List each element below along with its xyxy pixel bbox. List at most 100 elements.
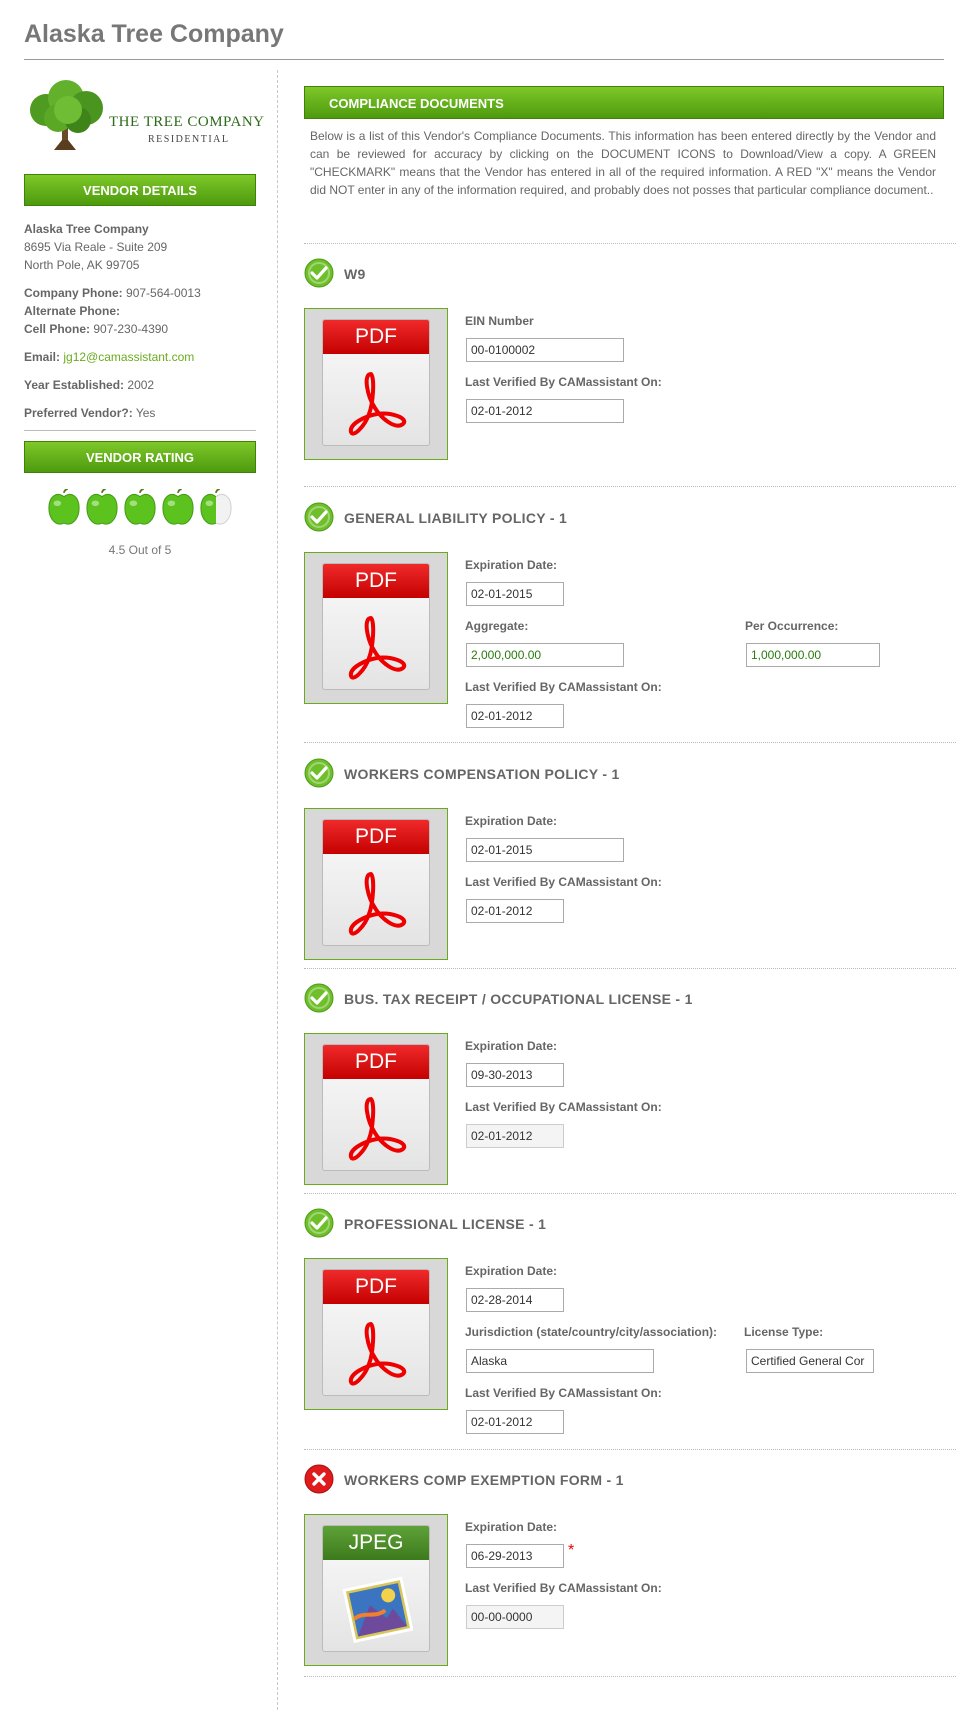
- pdf-document-icon[interactable]: PDF: [304, 308, 448, 460]
- title-divider: [24, 59, 944, 60]
- verified-label: Last Verified By CAMassistant On:: [465, 1581, 662, 1595]
- pdf-document-icon[interactable]: PDF: [304, 808, 448, 960]
- compliance-intro-text: Below is a list of this Vendor's Complia…: [310, 129, 936, 197]
- apple-rating-icon: [124, 489, 156, 525]
- column-divider: [277, 70, 278, 1710]
- acrobat-logo-icon: [348, 1322, 407, 1386]
- green-checkmark-icon: [304, 983, 334, 1016]
- section-divider: [304, 1449, 956, 1450]
- ein-label: EIN Number: [465, 314, 534, 328]
- verified-label: Last Verified By CAMassistant On:: [465, 1386, 662, 1400]
- acrobat-logo-icon: [348, 372, 407, 436]
- verified-date-field[interactable]: [466, 399, 624, 423]
- expiration-date-field[interactable]: [466, 1063, 564, 1087]
- doc-section-workers-compensation: WORKERS COMPENSATION POLICY - 1 PDF Expi…: [304, 756, 956, 960]
- apple-rating-icon: [162, 489, 194, 525]
- jurisdiction-label: Jurisdiction (state/country/city/associa…: [465, 1325, 718, 1339]
- aggregate-label: Aggregate:: [465, 619, 529, 633]
- section-divider: [304, 1676, 956, 1677]
- verified-date-field[interactable]: [466, 899, 564, 923]
- apple-rating-icon: [48, 489, 80, 525]
- company-phone-value: 907-564-0013: [126, 286, 201, 300]
- doc-section-business-tax-receipt: BUS. TAX RECEIPT / OCCUPATIONAL LICENSE …: [304, 981, 956, 1185]
- page-title: Alaska Tree Company: [24, 20, 284, 48]
- verified-date-field[interactable]: [466, 1124, 564, 1148]
- expiration-date-field[interactable]: [466, 838, 624, 862]
- pdf-document-icon[interactable]: PDF: [304, 1033, 448, 1185]
- pdf-document-icon[interactable]: PDF: [304, 1258, 448, 1410]
- section-divider: [304, 968, 956, 969]
- company-phone-label: Company Phone:: [24, 286, 123, 300]
- company-logo: THE TREE COMPANY RESIDENTIAL: [24, 80, 264, 160]
- preferred-vendor-label: Preferred Vendor?:: [24, 406, 133, 420]
- green-checkmark-icon: [304, 1208, 334, 1241]
- year-established-value: 2002: [127, 378, 155, 392]
- expiration-date-field[interactable]: [466, 1288, 564, 1312]
- expiration-date-field[interactable]: [466, 582, 564, 606]
- doc-title: PROFESSIONAL LICENSE - 1: [344, 1216, 547, 1232]
- verified-label: Last Verified By CAMassistant On:: [465, 875, 662, 889]
- vendor-details: Alaska Tree Company 8695 Via Reale - Sui…: [24, 220, 256, 422]
- doc-title: WORKERS COMP EXEMPTION FORM - 1: [344, 1472, 624, 1488]
- expiration-label: Expiration Date:: [465, 814, 558, 828]
- doc-section-general-liability: GENERAL LIABILITY POLICY - 1 PDF Expirat…: [304, 500, 956, 728]
- alternate-phone-label: Alternate Phone:: [24, 304, 121, 318]
- cell-phone-label: Cell Phone:: [24, 322, 91, 336]
- jpeg-document-icon[interactable]: JPEG: [304, 1514, 448, 1666]
- vendor-company-name: Alaska Tree Company: [24, 222, 149, 236]
- doc-title: W9: [344, 266, 366, 282]
- logo-name: THE TREE COMPANY: [109, 114, 265, 130]
- pdf-document-icon[interactable]: PDF: [304, 552, 448, 704]
- cell-phone-value: 907-230-4390: [93, 322, 169, 336]
- email-link[interactable]: jg12@camassistant.com: [63, 350, 194, 364]
- vendor-address-line1: 8695 Via Reale - Suite 209: [24, 240, 168, 254]
- verified-label: Last Verified By CAMassistant On:: [465, 680, 662, 694]
- sidebar: THE TREE COMPANY RESIDENTIAL VENDOR DETA…: [24, 80, 264, 557]
- green-checkmark-icon: [304, 258, 334, 291]
- jurisdiction-field[interactable]: [466, 1349, 654, 1373]
- expiration-date-field[interactable]: [466, 1544, 564, 1568]
- green-checkmark-icon: [304, 502, 334, 535]
- rating-apples: [24, 489, 256, 531]
- verified-label: Last Verified By CAMassistant On:: [465, 1100, 662, 1114]
- vendor-details-heading: VENDOR DETAILS: [24, 174, 256, 206]
- license-type-label: License Type:: [744, 1325, 824, 1339]
- section-divider: [304, 243, 956, 244]
- verified-date-field[interactable]: [466, 1605, 564, 1629]
- year-established-label: Year Established:: [24, 378, 125, 392]
- red-x-icon: [304, 1464, 334, 1497]
- green-checkmark-icon: [304, 758, 334, 791]
- per-occurrence-label: Per Occurrence:: [745, 619, 839, 633]
- verified-date-field[interactable]: [466, 704, 564, 728]
- section-divider: [304, 742, 956, 743]
- license-type-field[interactable]: [746, 1349, 874, 1373]
- compliance-documents-heading: COMPLIANCE DOCUMENTS: [304, 86, 944, 119]
- section-divider: [304, 486, 956, 487]
- apple-rating-icon: [200, 489, 232, 525]
- doc-section-w9: W9 PDF EIN Number Last Verified By CAMas…: [304, 256, 956, 460]
- acrobat-logo-icon: [348, 872, 407, 936]
- acrobat-logo-icon: [348, 616, 407, 680]
- sidebar-divider: [24, 430, 256, 431]
- ein-field[interactable]: [466, 338, 624, 362]
- main-content: COMPLIANCE DOCUMENTS Below is a list of …: [304, 86, 944, 199]
- acrobat-logo-icon: [348, 1097, 407, 1161]
- logo-subtitle: RESIDENTIAL: [148, 134, 230, 145]
- doc-title: BUS. TAX RECEIPT / OCCUPATIONAL LICENSE …: [344, 991, 693, 1007]
- expiration-label: Expiration Date:: [465, 1520, 558, 1534]
- section-divider: [304, 1193, 956, 1194]
- doc-title: GENERAL LIABILITY POLICY - 1: [344, 510, 568, 526]
- per-occurrence-field[interactable]: [746, 643, 880, 667]
- expiration-label: Expiration Date:: [465, 1039, 558, 1053]
- vendor-rating-heading: VENDOR RATING: [24, 441, 256, 473]
- aggregate-field[interactable]: [466, 643, 624, 667]
- doc-title: WORKERS COMPENSATION POLICY - 1: [344, 766, 620, 782]
- verified-label: Last Verified By CAMassistant On:: [465, 375, 662, 389]
- expiration-label: Expiration Date:: [465, 1264, 558, 1278]
- email-label: Email:: [24, 350, 61, 364]
- preferred-vendor-value: Yes: [135, 406, 156, 420]
- image-photo-icon: [342, 1576, 413, 1644]
- verified-date-field[interactable]: [466, 1410, 564, 1434]
- doc-section-professional-license: PROFESSIONAL LICENSE - 1 PDF Expiration …: [304, 1206, 956, 1434]
- required-asterisk: *: [568, 1542, 575, 1559]
